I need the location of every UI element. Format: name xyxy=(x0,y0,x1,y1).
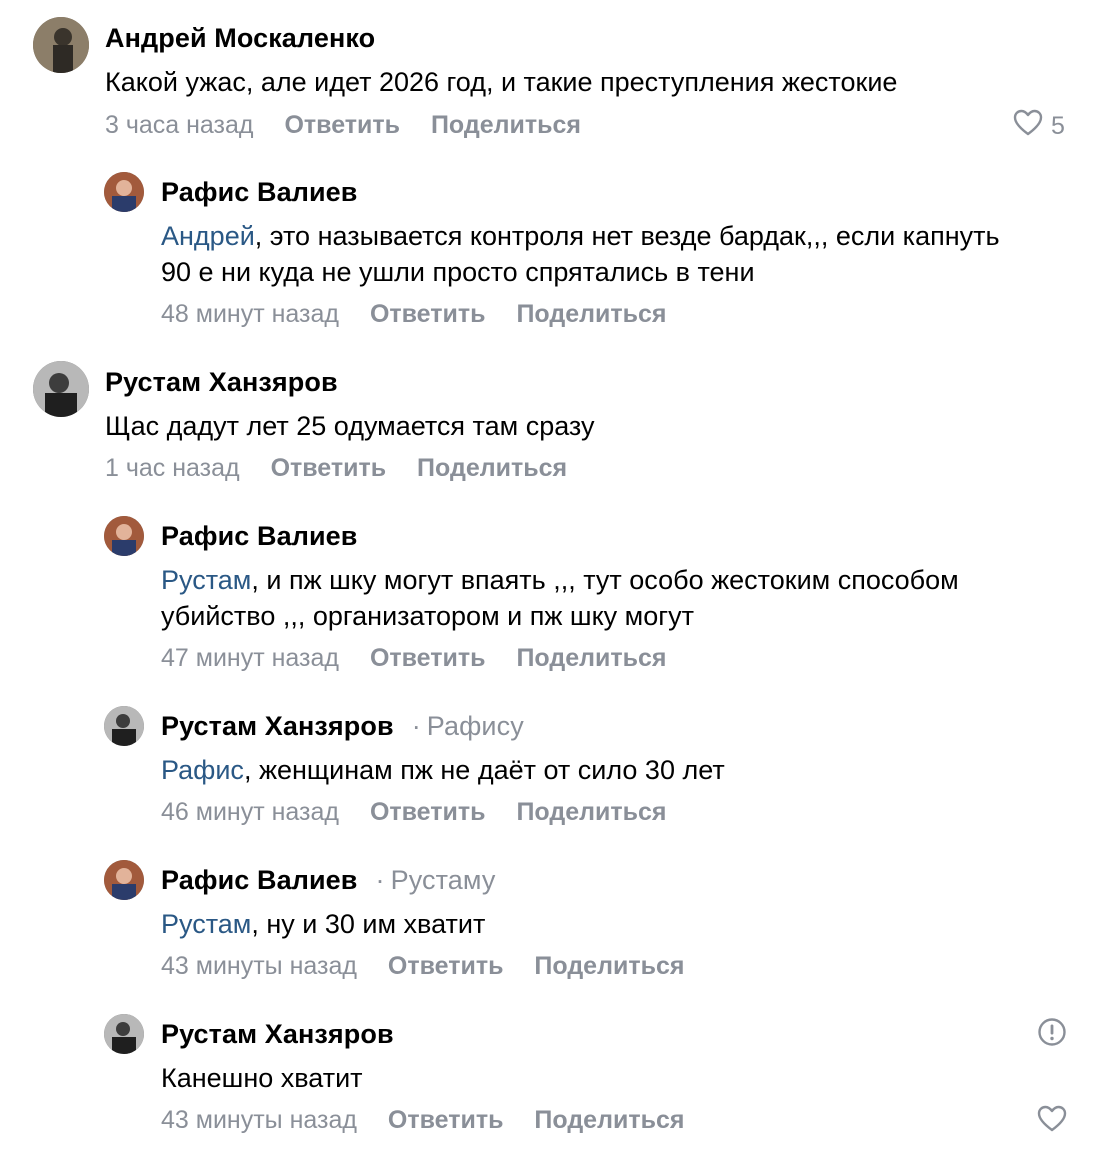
comment-text: Рустам, ну и 30 им хватит xyxy=(161,906,485,942)
comment-text: Щас дадут лет 25 одумается там сразу xyxy=(105,411,595,441)
comment-time[interactable]: 43 минуты назад xyxy=(161,1106,357,1134)
share-button[interactable]: Поделиться xyxy=(417,454,567,482)
comment-meta: 1 час назад Ответить Поделиться xyxy=(105,453,591,483)
avatar-rafis[interactable] xyxy=(104,860,144,900)
comment-time[interactable]: 48 минут назад xyxy=(161,300,339,328)
reply-button[interactable]: Ответить xyxy=(370,644,486,672)
mention-link[interactable]: Рафис xyxy=(161,755,244,785)
comment-author[interactable]: Рустам Ханзяров xyxy=(105,366,338,398)
comment-meta: 48 минут назад Ответить Поделиться xyxy=(161,299,690,329)
like-button[interactable]: 5 xyxy=(1013,109,1065,144)
avatar-rafis[interactable] xyxy=(104,172,144,212)
comment-meta: 47 минут назад Ответить Поделиться xyxy=(161,643,690,673)
comment-author[interactable]: Андрей Москаленко xyxy=(105,22,375,54)
comment-text-line: , ну и 30 им хватит xyxy=(251,909,486,939)
reply-button[interactable]: Ответить xyxy=(370,798,486,826)
comment-text-line: , женщинам пж не даёт от сило 30 лет xyxy=(243,755,725,785)
comment-time[interactable]: 46 минут назад xyxy=(161,798,339,826)
reply-to-name[interactable]: Рустаму xyxy=(391,865,496,895)
comment-author[interactable]: Рафис Валиев xyxy=(161,520,358,552)
author-name[interactable]: Рафис Валиев xyxy=(161,865,358,895)
comment-text: Рустам, и пж шку могут впаять ,,, тут ос… xyxy=(161,562,959,598)
separator: · xyxy=(375,865,385,895)
comment-time[interactable]: 3 часа назад xyxy=(105,111,254,139)
mention-link[interactable]: Рустам xyxy=(161,565,251,595)
share-button[interactable]: Поделиться xyxy=(516,644,666,672)
comment-text: Рафис, женщинам пж не даёт от сило 30 ле… xyxy=(161,752,725,788)
heart-icon xyxy=(1037,1105,1067,1140)
reply-button[interactable]: Ответить xyxy=(388,952,504,980)
exclamation-circle-icon[interactable] xyxy=(1037,1017,1067,1047)
comment-text-line: , это называется контроля нет везде бард… xyxy=(254,221,1000,251)
comment-text-line: , и пж шку могут впаять ,,, тут особо же… xyxy=(251,565,959,595)
separator: · xyxy=(411,711,421,741)
reply-button[interactable]: Ответить xyxy=(388,1106,504,1134)
avatar-andrey[interactable] xyxy=(33,17,89,73)
heart-icon xyxy=(1013,109,1043,144)
mention-link[interactable]: Андрей xyxy=(161,221,255,251)
comment-text-line-2: убийство ,,, организатором и пж шку могу… xyxy=(161,601,694,631)
comment-time[interactable]: 43 минуты назад xyxy=(161,952,357,980)
share-button[interactable]: Поделиться xyxy=(516,300,666,328)
reply-button[interactable]: Ответить xyxy=(271,454,387,482)
comment-text: Какой ужас, але идет 2026 год, и такие п… xyxy=(105,67,898,97)
reply-button[interactable]: Ответить xyxy=(284,111,400,139)
share-button[interactable]: Поделиться xyxy=(534,1106,684,1134)
comment-time[interactable]: 1 час назад xyxy=(105,454,240,482)
comment-author: Рафис Валиев · Рустаму xyxy=(161,864,495,896)
comment-text: Канешно хватит xyxy=(161,1063,363,1093)
comment-author[interactable]: Рустам Ханзяров xyxy=(161,1018,394,1050)
avatar-rafis[interactable] xyxy=(104,516,144,556)
mention-link[interactable]: Рустам xyxy=(161,909,251,939)
comment-author[interactable]: Рафис Валиев xyxy=(161,176,358,208)
reply-button[interactable]: Ответить xyxy=(370,300,486,328)
comment-meta: 3 часа назад Ответить Поделиться xyxy=(105,110,605,140)
comment-text-line-2: 90 е ни куда не ушли просто спрятались в… xyxy=(161,257,755,287)
like-button[interactable] xyxy=(1037,1105,1067,1140)
like-count: 5 xyxy=(1051,112,1065,140)
comment-meta: 43 минуты назад Ответить Поделиться xyxy=(161,951,708,981)
comment-meta: 46 минут назад Ответить Поделиться xyxy=(161,797,690,827)
reply-to-name[interactable]: Рафису xyxy=(427,711,524,741)
comment-author: Рустам Ханзяров · Рафису xyxy=(161,710,524,742)
avatar-rustam[interactable] xyxy=(104,706,144,746)
share-button[interactable]: Поделиться xyxy=(516,798,666,826)
comment-text: Андрей, это называется контроля нет везд… xyxy=(161,218,1000,254)
avatar-rustam[interactable] xyxy=(33,361,89,417)
reply-to: · Рафису xyxy=(394,711,524,741)
share-button[interactable]: Поделиться xyxy=(431,111,581,139)
reply-to: · Рустаму xyxy=(358,865,496,895)
comment-time[interactable]: 47 минут назад xyxy=(161,644,339,672)
author-name[interactable]: Рустам Ханзяров xyxy=(161,711,394,741)
comment-meta: 43 минуты назад Ответить Поделиться xyxy=(161,1105,708,1135)
share-button[interactable]: Поделиться xyxy=(534,952,684,980)
avatar-rustam[interactable] xyxy=(104,1014,144,1054)
